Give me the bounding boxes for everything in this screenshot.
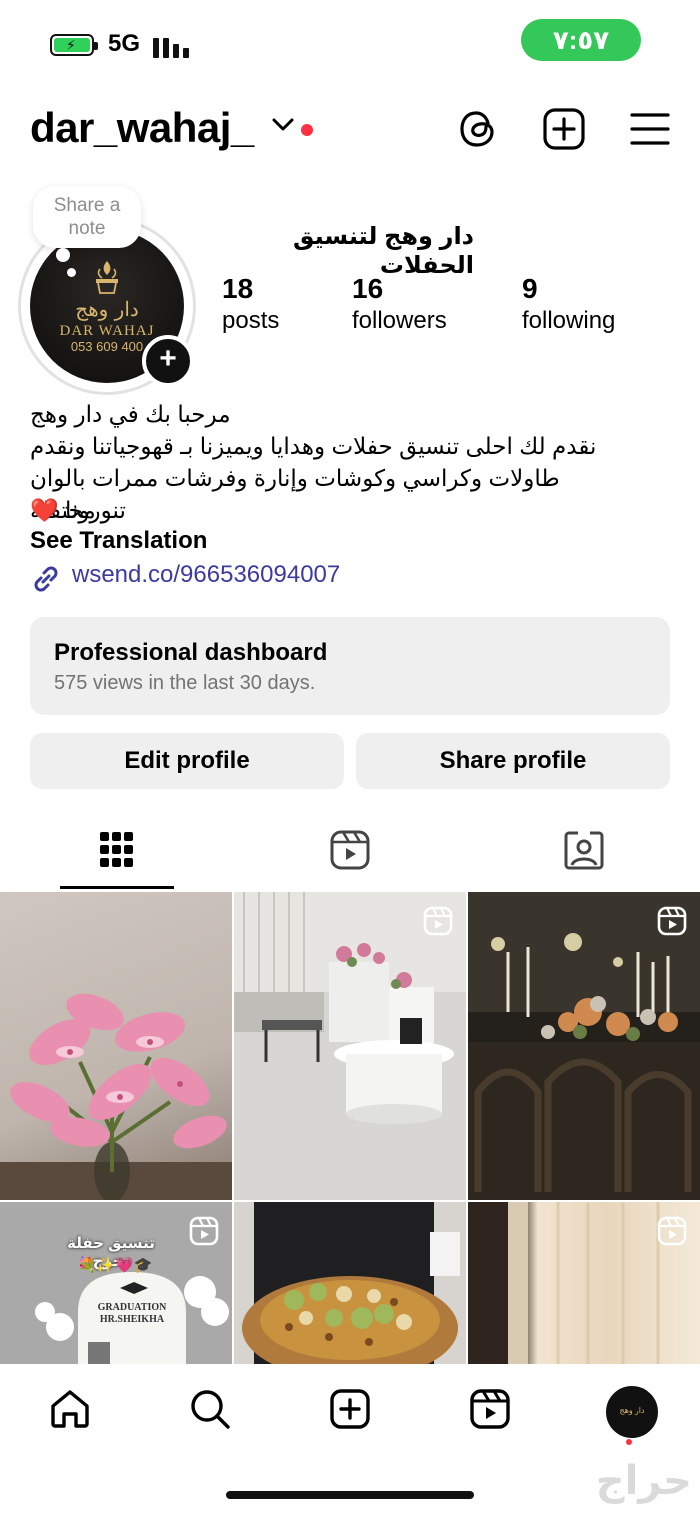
reel-badge-icon xyxy=(189,1216,219,1246)
share-profile-button[interactable]: Share profile xyxy=(356,733,670,789)
username-title[interactable]: dar_wahaj_ xyxy=(30,104,254,152)
active-profile-dot xyxy=(626,1439,632,1445)
pink-lilies-photo xyxy=(0,993,232,1200)
stat-number: 16 xyxy=(352,273,384,304)
pastry-tray-photo xyxy=(234,1202,466,1364)
bio-line: مرحبا بك في دار وهج xyxy=(30,401,231,427)
avatar-arabic-text: دار وهج xyxy=(75,297,139,321)
stat-label: following xyxy=(522,307,616,334)
edit-profile-button[interactable]: Edit profile xyxy=(30,733,344,789)
notification-dot xyxy=(301,124,313,136)
menu-icon[interactable] xyxy=(627,106,673,152)
stat-followers[interactable]: 16 followers xyxy=(352,272,447,336)
share-note-bubble[interactable]: Share a note xyxy=(33,186,141,248)
note-bubble-tail xyxy=(56,248,70,262)
tab-grid[interactable] xyxy=(0,818,234,890)
post-tile[interactable] xyxy=(0,892,232,1200)
reel-overlay-emoji: 💐✨💗🎓 xyxy=(77,1257,153,1274)
reels-icon xyxy=(330,830,370,870)
add-story-button[interactable]: + xyxy=(142,335,194,387)
chevron-down-icon[interactable] xyxy=(272,118,294,132)
create-icon[interactable] xyxy=(329,1388,371,1430)
post-tile[interactable] xyxy=(234,1202,466,1364)
note-bubble-tail-small xyxy=(67,268,76,277)
post-tile[interactable] xyxy=(234,892,466,1200)
status-bar: ⚡ 5G ٧:٥٧ xyxy=(0,0,700,90)
see-translation-link[interactable]: See Translation xyxy=(30,527,207,555)
bio-link-text[interactable]: wsend.co/966536094007 xyxy=(72,561,340,589)
stat-number: 18 xyxy=(222,273,254,304)
dashboard-title: Professional dashboard xyxy=(54,639,328,666)
active-tab-indicator xyxy=(60,886,174,889)
stat-posts[interactable]: 18 posts xyxy=(222,272,279,336)
reel-badge-icon xyxy=(423,906,453,936)
threads-icon[interactable] xyxy=(455,106,501,152)
tab-reels[interactable] xyxy=(233,818,467,890)
stat-following[interactable]: 9 following xyxy=(522,272,615,336)
link-icon xyxy=(34,566,58,592)
network-label: 5G xyxy=(108,30,141,57)
professional-dashboard-card[interactable]: Professional dashboard 575 views in the … xyxy=(30,617,670,715)
reel-badge-icon xyxy=(657,1216,687,1246)
signal-bars-icon xyxy=(153,36,193,58)
home-indicator[interactable] xyxy=(226,1491,474,1499)
home-icon[interactable] xyxy=(49,1388,91,1430)
reels-nav-icon[interactable] xyxy=(469,1388,511,1430)
stat-number: 9 xyxy=(522,273,538,304)
status-time: ٧:٥٧ xyxy=(521,19,641,61)
reel-badge-icon xyxy=(657,906,687,936)
haraj-watermark: حراج xyxy=(595,1459,692,1503)
logo-lamp-icon xyxy=(96,261,118,294)
tab-tagged[interactable] xyxy=(466,818,700,890)
stat-label: posts xyxy=(222,307,280,334)
post-tile[interactable] xyxy=(468,892,700,1200)
graduation-sign-text: GRADUATION HR.SHEIKHA xyxy=(97,1302,167,1325)
profile-avatar[interactable]: دار وهج xyxy=(606,1386,658,1438)
bio-line: نقدم لك احلى تنسيق حفلات وهدايا ويميزنا … xyxy=(30,433,597,459)
event-tables-photo xyxy=(468,892,700,1200)
dashboard-subtitle: 575 views in the last 30 days. xyxy=(54,672,316,694)
create-plus-icon[interactable] xyxy=(541,106,587,152)
stat-label: followers xyxy=(352,307,447,334)
lounge-photo xyxy=(234,892,466,1200)
bio-line: تنورونا ❤️ xyxy=(30,497,126,523)
battery-charging-icon: ⚡ xyxy=(50,34,98,56)
tagged-icon xyxy=(564,831,604,870)
search-icon[interactable] xyxy=(189,1388,231,1430)
grid-icon xyxy=(100,832,133,867)
nav-avatar-text: دار وهج xyxy=(619,1406,645,1415)
